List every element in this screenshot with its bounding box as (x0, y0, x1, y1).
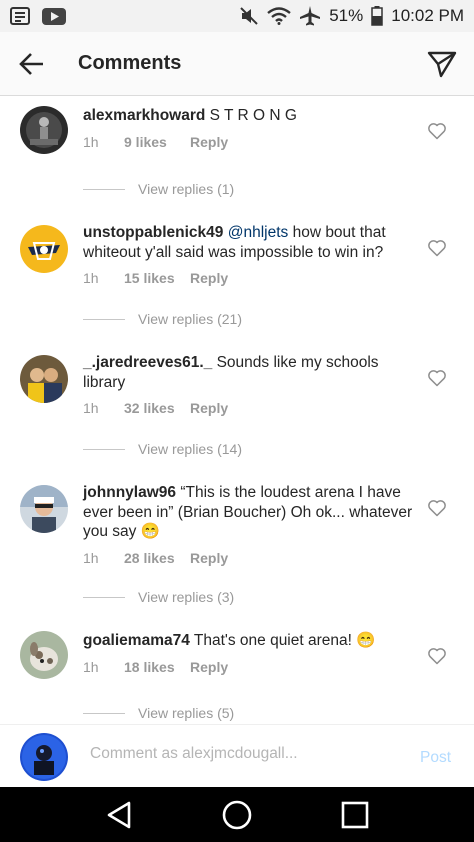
comment-username[interactable]: goaliemama74 (83, 632, 190, 649)
view-replies-label: View replies (1) (138, 181, 235, 197)
comment-likes[interactable]: 15 likes (124, 269, 190, 289)
comment-input[interactable] (90, 745, 400, 763)
clock: 10:02 PM (391, 6, 464, 25)
comment-username[interactable]: _.jaredreeves61._ (83, 354, 212, 371)
navigation-bar (0, 787, 474, 842)
wifi-icon (267, 7, 291, 25)
comment-composer: Post (0, 724, 474, 787)
home-nav-button[interactable] (217, 795, 257, 835)
page-title: Comments (78, 52, 182, 74)
notification-list-icon (10, 7, 30, 25)
divider (83, 596, 125, 598)
comment-username[interactable]: alexmarkhoward (83, 107, 205, 124)
post-button[interactable]: Post (420, 749, 451, 767)
avatar (20, 733, 68, 781)
mute-icon (239, 6, 259, 26)
recents-nav-button[interactable] (335, 795, 375, 835)
youtube-icon (42, 7, 66, 25)
avatar[interactable] (20, 225, 68, 273)
view-replies-link[interactable]: View replies (5) (83, 705, 234, 721)
divider (83, 188, 125, 190)
view-replies-link[interactable]: View replies (14) (83, 441, 242, 457)
reply-button[interactable]: Reply (190, 399, 228, 419)
home-circle-icon (222, 800, 252, 829)
comment-time: 1h (83, 400, 99, 416)
comment-likes[interactable]: 28 likes (124, 549, 190, 569)
comment-time: 1h (83, 549, 99, 566)
comment-text: S T R O N G (205, 107, 297, 124)
reply-button[interactable]: Reply (190, 549, 228, 569)
back-triangle-icon (107, 801, 131, 828)
comment-mention[interactable]: @nhljets (228, 224, 289, 241)
view-replies-link[interactable]: View replies (21) (83, 311, 242, 327)
comments-header: Comments (0, 32, 474, 96)
paper-plane-icon (427, 51, 457, 77)
heart-icon[interactable] (427, 368, 447, 388)
heart-icon[interactable] (427, 121, 447, 141)
comment-time: 1h (83, 270, 99, 286)
avatar[interactable] (20, 106, 68, 154)
reply-button[interactable]: Reply (190, 133, 228, 153)
heart-icon[interactable] (427, 646, 447, 666)
comment-likes[interactable]: 18 likes (124, 658, 190, 678)
direct-share-button[interactable] (410, 32, 474, 96)
view-replies-label: View replies (14) (138, 441, 243, 457)
divider (83, 318, 125, 320)
back-nav-button[interactable] (99, 795, 139, 835)
avatar[interactable] (20, 631, 68, 679)
avatar[interactable] (20, 485, 68, 533)
comment-username[interactable]: unstoppablenick49 (83, 224, 223, 241)
view-replies-label: View replies (21) (138, 311, 243, 327)
status-bar: 51% 10:02 PM (0, 0, 474, 32)
comment-likes[interactable]: 9 likes (124, 133, 190, 153)
recents-square-icon (341, 801, 369, 828)
reply-button[interactable]: Reply (190, 269, 228, 289)
comments-list[interactable]: alexmarkhoward S T R O N G 1h 9 likes Re… (0, 97, 474, 724)
view-replies-label: View replies (5) (138, 705, 235, 721)
airplane-icon (299, 5, 321, 27)
view-replies-label: View replies (3) (138, 589, 235, 605)
view-replies-link[interactable]: View replies (1) (83, 181, 234, 197)
comment-time: 1h (83, 658, 99, 675)
view-replies-link[interactable]: View replies (3) (83, 589, 234, 605)
comment-text: That's one quiet arena! 😁 (189, 632, 376, 649)
heart-icon[interactable] (427, 498, 447, 518)
avatar[interactable] (20, 355, 68, 403)
back-button[interactable] (0, 32, 64, 96)
heart-icon[interactable] (427, 238, 447, 258)
divider (83, 712, 125, 714)
reply-button[interactable]: Reply (190, 658, 228, 678)
battery-icon (371, 6, 383, 26)
divider (83, 448, 125, 450)
comment-time: 1h (83, 133, 99, 150)
comment-username[interactable]: johnnylaw96 (83, 484, 176, 501)
battery-percent: 51% (329, 6, 364, 25)
comment-likes[interactable]: 32 likes (124, 399, 190, 419)
arrow-left-icon (19, 52, 43, 75)
